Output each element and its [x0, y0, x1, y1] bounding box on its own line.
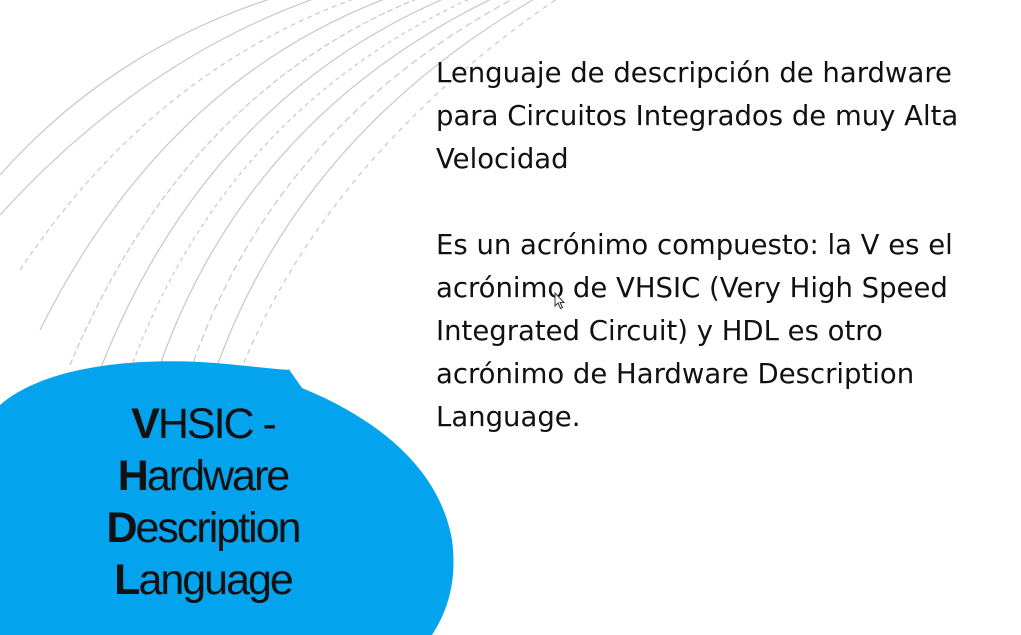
title-line-hardware: Hardware — [58, 450, 348, 502]
title-rest: HSIC - — [157, 400, 277, 448]
title-initial-l: L — [114, 556, 140, 604]
slide-title: VHSIC - Hardware Description Language — [58, 398, 348, 606]
mouse-pointer-icon — [554, 292, 566, 310]
title-line-description: Description — [58, 502, 348, 554]
title-line-vhsic: VHSIC - — [58, 398, 348, 450]
title-rest: ardware — [146, 452, 290, 500]
title-initial-v: V — [131, 400, 160, 448]
title-rest: anguage — [138, 556, 293, 604]
slide-body: Lenguaje de descripción de hardware para… — [436, 52, 1006, 439]
title-initial-h: H — [117, 452, 149, 500]
paragraph-acronym: Es un acrónimo compuesto: la V es el acr… — [436, 229, 953, 433]
title-initial-d: D — [106, 504, 137, 552]
slide-canvas: VHSIC - Hardware Description Language Le… — [0, 0, 1021, 635]
paragraph-definition: Lenguaje de descripción de hardware para… — [436, 57, 959, 175]
title-rest: escription — [135, 504, 302, 552]
title-line-language: Language — [58, 554, 348, 606]
